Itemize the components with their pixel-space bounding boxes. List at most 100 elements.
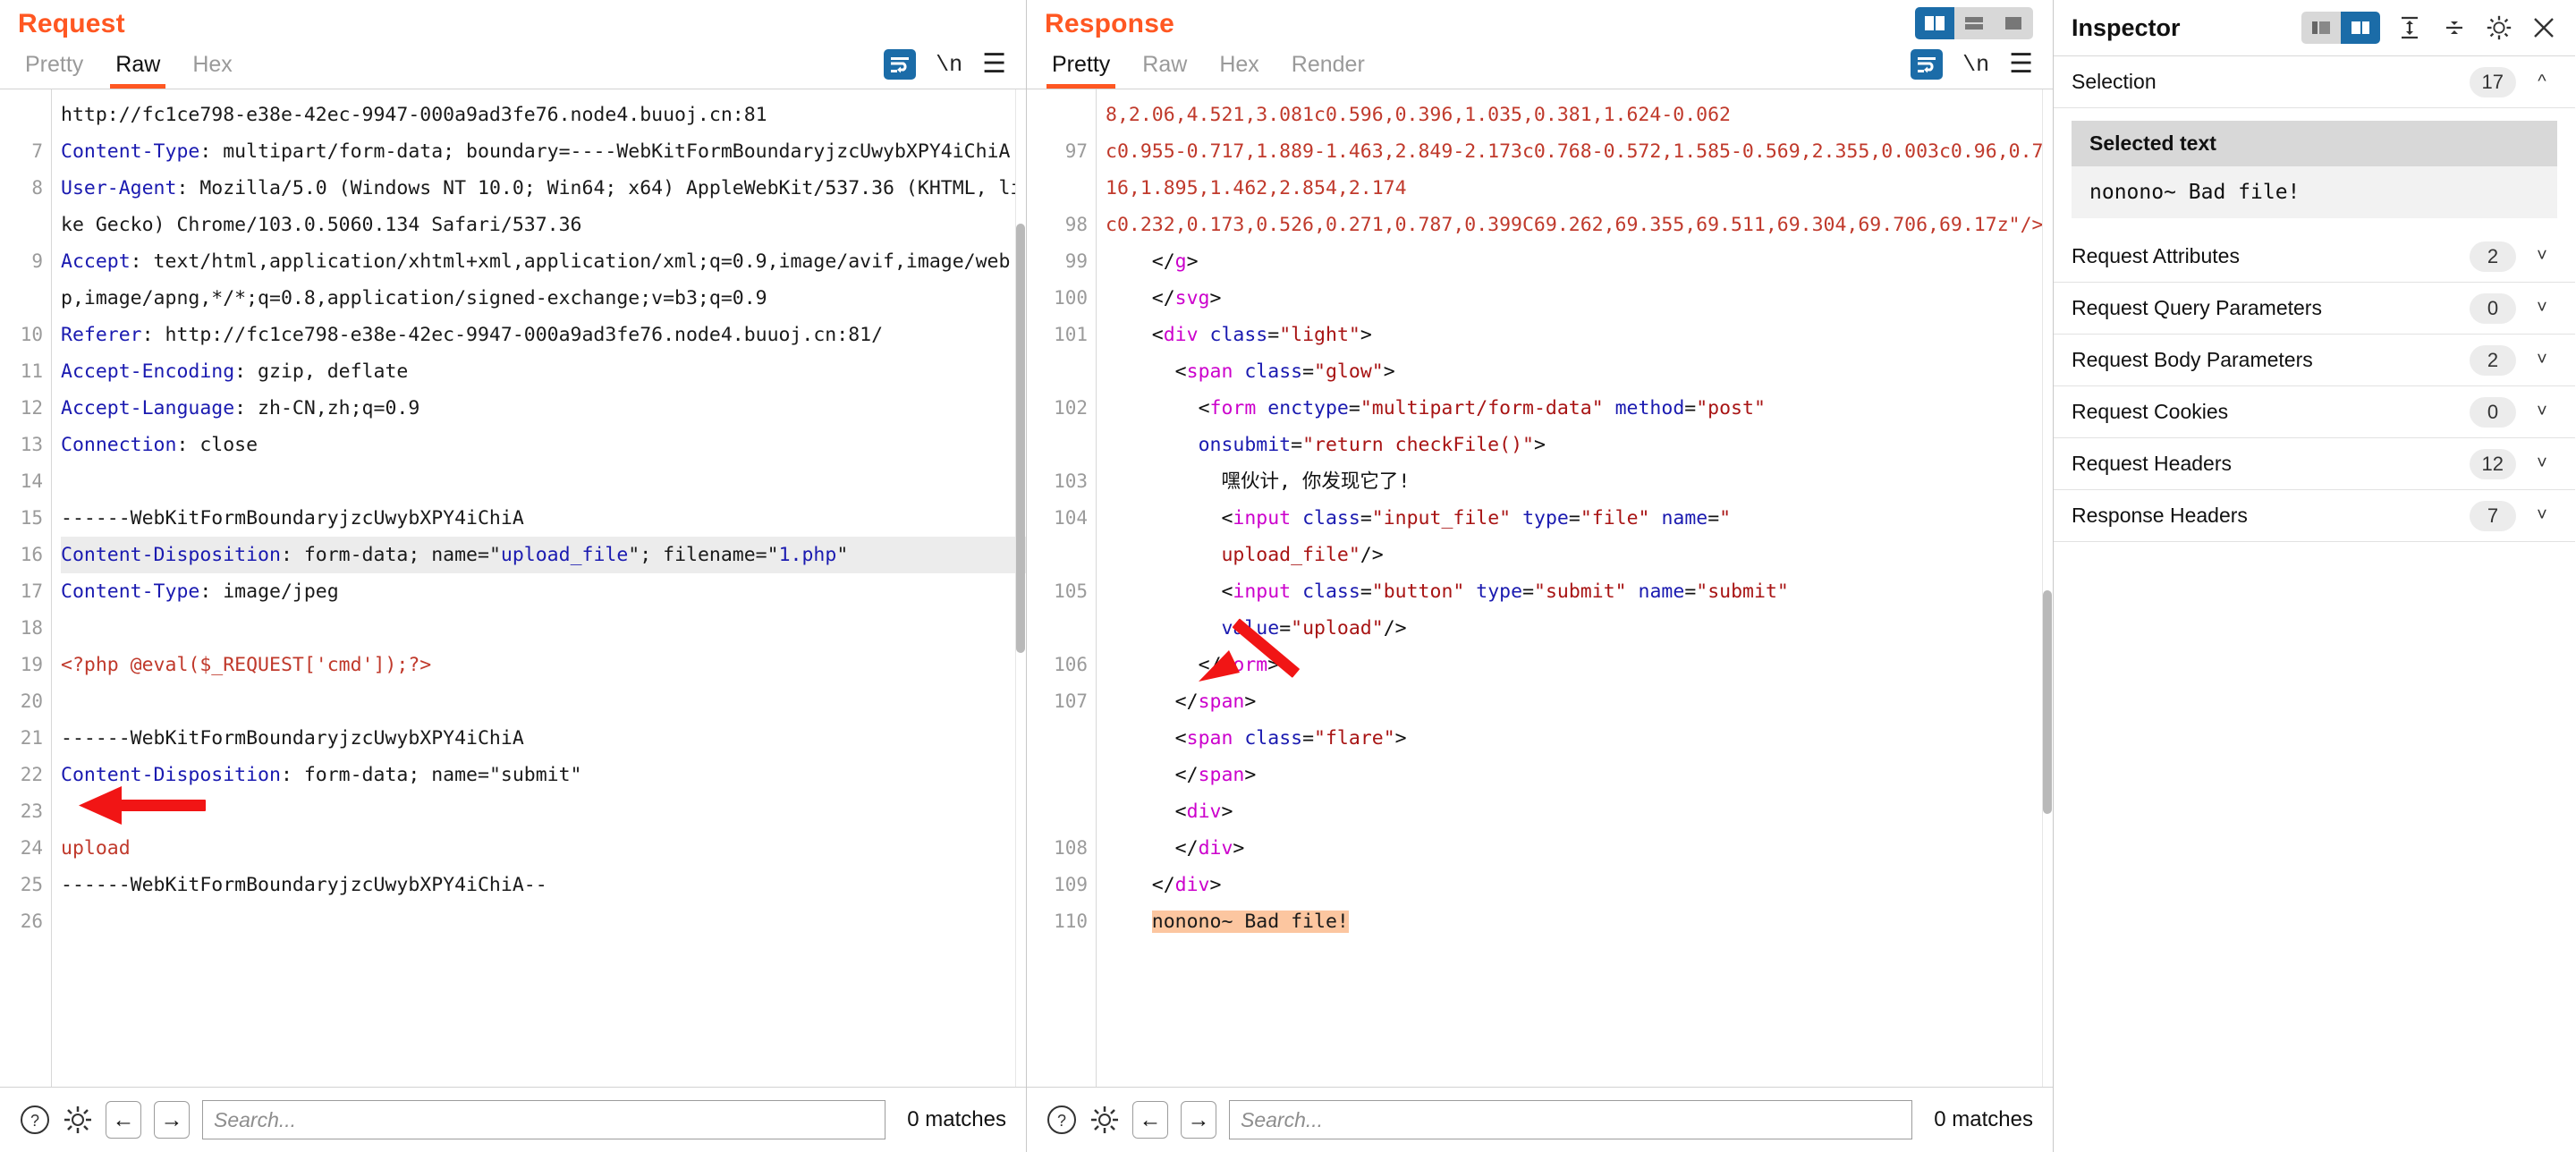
chevron-down-icon[interactable]: ˅ (2527, 350, 2557, 370)
code-line: onsubmit="return checkFile()"> (1198, 434, 1546, 456)
code-line: </form> (1198, 654, 1280, 676)
line-number: 107 (1054, 690, 1088, 712)
collapse-all-icon[interactable] (2439, 13, 2470, 43)
word-wrap-icon[interactable] (884, 49, 917, 80)
gear-icon[interactable] (63, 1105, 93, 1135)
chevron-up-icon[interactable]: ^ (2527, 72, 2557, 92)
line-number: 98 (1064, 214, 1088, 235)
inspector-docked-left-button[interactable] (2301, 12, 2341, 44)
response-code-text[interactable]: 8,2.06,4.521,3.081c0.596,0.396,1.035,0.3… (1097, 89, 2053, 1087)
selected-text-value[interactable]: nonono~ Bad file! (2072, 166, 2557, 218)
response-code-area[interactable]: 97 98 99 100 101 102 103 104 105 106 107 108 109 110 … (1027, 89, 2053, 1087)
svg-text:?: ? (1057, 1112, 1066, 1130)
chevron-down-icon[interactable]: ˅ (2527, 505, 2557, 526)
request-code-area[interactable]: 7 8 9 10 11 12 13 14 15 16 17 18 19 20 21 22 23 24 25 26 ht… (0, 89, 1026, 1087)
code-line: 嘿伙计, 你发现它了! (1221, 470, 1411, 493)
code-line: Referer: http://fc1ce798-e38e-42ec-9947-… (61, 324, 884, 346)
newline-toggle[interactable]: \n (936, 52, 962, 78)
response-match-count: 0 matches (1934, 1107, 2033, 1131)
inspector-docked-right-button[interactable] (2341, 12, 2380, 44)
code-line: <input class="button" type="submit" name… (1221, 580, 1789, 603)
help-question-icon[interactable]: ? (1046, 1105, 1077, 1135)
split-horizontal-view-button[interactable] (1954, 7, 1994, 39)
code-line: </span> (1174, 690, 1257, 713)
line-number: 97 (1064, 140, 1088, 162)
hamburger-menu-icon[interactable]: ☰ (982, 51, 1006, 78)
section-count-badge: 2 (2470, 344, 2516, 376)
response-search-input[interactable]: Search... (1229, 1100, 1913, 1139)
tab-response-hex[interactable]: Hex (1203, 47, 1275, 89)
request-vertical-scrollbar[interactable] (1015, 89, 1025, 1087)
request-code-text[interactable]: http://fc1ce798-e38e-42ec-9947-000a9ad3f… (52, 89, 1026, 1087)
chevron-down-icon[interactable]: ˅ (2527, 453, 2557, 474)
chevron-down-icon[interactable]: ˅ (2527, 402, 2557, 422)
line-number: 12 (20, 397, 43, 419)
chevron-down-icon[interactable]: ˅ (2527, 246, 2557, 267)
line-number: 23 (20, 800, 43, 822)
request-search-input[interactable]: Search... (202, 1100, 886, 1139)
search-next-button[interactable]: → (1181, 1101, 1216, 1139)
inspector-section-request-body-parameters[interactable]: Request Body Parameters 2 ˅ (2054, 335, 2575, 386)
response-layout-toggle (1915, 7, 2033, 39)
inspector-selection-row[interactable]: Selection 17 ^ (2054, 56, 2575, 108)
line-number: 7 (31, 140, 43, 162)
request-footer-toolbar: ? ← → Search... 0 matches (0, 1087, 1026, 1152)
search-prev-button[interactable]: ← (106, 1101, 141, 1139)
code-line: Accept-Language: zh-CN,zh;q=0.9 (61, 397, 420, 419)
inspector-dock-toggle (2301, 12, 2380, 44)
line-number: 14 (20, 470, 43, 492)
tab-response-render[interactable]: Render (1275, 47, 1381, 89)
response-line-numbers: 97 98 99 100 101 102 103 104 105 106 107 108 109 110 (1027, 89, 1097, 1087)
tab-response-pretty[interactable]: Pretty (1036, 47, 1126, 89)
line-number: 25 (20, 874, 43, 895)
tab-request-raw[interactable]: Raw (99, 47, 176, 89)
code-line: ------WebKitFormBoundaryjzcUwybXPY4iChiA… (61, 874, 547, 896)
section-label: Request Attributes (2072, 244, 2240, 267)
code-line: <span class="flare"> (1174, 727, 1407, 750)
section-count-badge: 0 (2470, 292, 2516, 324)
code-line: User-Agent: Mozilla/5.0 (Windows NT 10.0… (61, 177, 1022, 236)
inspector-section-request-query-parameters[interactable]: Request Query Parameters 0 ˅ (2054, 283, 2575, 335)
line-number (1027, 353, 1088, 390)
inspector-section-response-headers[interactable]: Response Headers 7 ˅ (2054, 490, 2575, 542)
tab-request-hex[interactable]: Hex (176, 47, 248, 89)
request-line-numbers: 7 8 9 10 11 12 13 14 15 16 17 18 19 20 21 22 23 24 25 26 (0, 89, 52, 1087)
single-pane-view-button[interactable] (1994, 7, 2033, 39)
word-wrap-icon[interactable] (1911, 49, 1944, 80)
response-vertical-scrollbar[interactable] (2042, 89, 2052, 1087)
response-tab-actions: \n ☰ (1911, 49, 2053, 89)
code-line: </span> (1174, 764, 1257, 786)
line-number: 20 (20, 690, 43, 712)
split-vertical-view-button[interactable] (1915, 7, 1954, 39)
search-prev-button[interactable]: ← (1132, 1101, 1168, 1139)
close-x-icon[interactable] (2529, 13, 2559, 43)
code-line: <form enctype="multipart/form-data" meth… (1198, 397, 1766, 419)
tab-response-raw[interactable]: Raw (1126, 47, 1203, 89)
code-line: upload (61, 837, 131, 860)
line-number: 103 (1054, 470, 1088, 492)
line-number (1027, 720, 1088, 757)
line-number: 17 (20, 580, 43, 602)
code-line: Content-Type: multipart/form-data; bound… (61, 140, 1011, 163)
selection-count-badge: 17 (2469, 66, 2516, 97)
gear-icon[interactable] (1089, 1105, 1120, 1135)
line-number: 99 (1064, 250, 1088, 272)
tab-request-pretty[interactable]: Pretty (9, 47, 99, 89)
newline-toggle[interactable]: \n (1962, 52, 1989, 78)
inspector-section-request-cookies[interactable]: Request Cookies 0 ˅ (2054, 386, 2575, 438)
hamburger-menu-icon[interactable]: ☰ (2009, 51, 2033, 78)
code-line: Connection: close (61, 434, 258, 456)
line-number (1027, 610, 1088, 647)
code-line: Accept-Encoding: gzip, deflate (61, 360, 409, 383)
chevron-down-icon[interactable]: ˅ (2527, 298, 2557, 318)
search-next-button[interactable]: → (154, 1101, 190, 1139)
inspector-section-request-headers[interactable]: Request Headers 12 ˅ (2054, 438, 2575, 490)
expand-all-icon[interactable] (2394, 13, 2425, 43)
line-number (1027, 427, 1088, 463)
help-question-icon[interactable]: ? (20, 1105, 50, 1135)
gear-icon[interactable] (2484, 13, 2514, 43)
code-line: nonono~ Bad file! (1151, 911, 1349, 933)
inspector-section-request-attributes[interactable]: Request Attributes 2 ˅ (2054, 231, 2575, 283)
